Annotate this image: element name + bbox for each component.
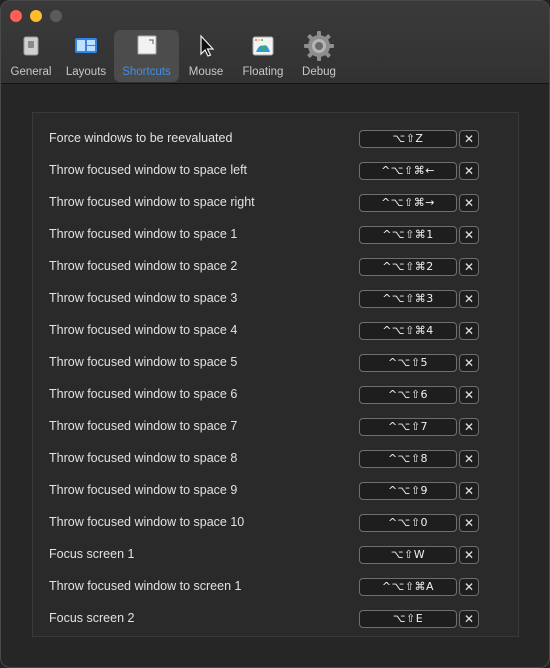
preferences-window: General Layouts Shortcuts Mouse Floating… xyxy=(0,0,550,668)
tab-mouse-label: Mouse xyxy=(188,66,224,78)
shortcut-row: Throw focused window to space 7 ^⌥⇧7 ✕ xyxy=(49,410,518,442)
shortcut-label: Throw focused window to screen 1 xyxy=(49,579,242,593)
shortcut-row: Throw focused window to space 5 ^⌥⇧5 ✕ xyxy=(49,346,518,378)
tab-general[interactable]: General xyxy=(4,30,58,82)
shortcut-label: Throw focused window to space 10 xyxy=(49,515,245,529)
shortcut-label: Force windows to be reevaluated xyxy=(49,131,233,145)
shortcut-row: Throw focused window to space 3 ^⌥⇧⌘3 ✕ xyxy=(49,282,518,314)
shortcut-recorder[interactable]: ^⌥⇧⌘← xyxy=(359,162,457,180)
close-window-button[interactable] xyxy=(10,10,22,22)
clear-shortcut-button[interactable]: ✕ xyxy=(459,482,479,500)
shortcut-row: Throw focused window to space 4 ^⌥⇧⌘4 ✕ xyxy=(49,314,518,346)
clear-shortcut-button[interactable]: ✕ xyxy=(459,514,479,532)
clear-shortcut-button[interactable]: ✕ xyxy=(459,354,479,372)
tab-shortcuts[interactable]: Shortcuts xyxy=(114,30,179,82)
shortcut-row: Throw focused window to screen 1 ^⌥⇧⌘A ✕ xyxy=(49,570,518,602)
shortcut-row: Throw focused window to space 2 ^⌥⇧⌘2 ✕ xyxy=(49,250,518,282)
zoom-window-button[interactable] xyxy=(50,10,62,22)
cursor-icon xyxy=(193,33,219,59)
shortcut-row: Throw focused window to space 6 ^⌥⇧6 ✕ xyxy=(49,378,518,410)
shortcuts-panel: Force windows to be reevaluated ⌥⇧Z ✕ Th… xyxy=(32,112,519,637)
clear-shortcut-button[interactable]: ✕ xyxy=(459,546,479,564)
toolbar: General Layouts Shortcuts Mouse Floating… xyxy=(1,1,549,84)
preference-tabs: General Layouts Shortcuts Mouse Floating… xyxy=(4,30,345,82)
shortcut-label: Focus screen 1 xyxy=(49,547,135,561)
shortcut-recorder[interactable]: ^⌥⇧⌘A xyxy=(359,578,457,596)
switch-icon xyxy=(18,33,44,59)
shortcut-label: Throw focused window to space 5 xyxy=(49,355,238,369)
shortcut-label: Throw focused window to space 4 xyxy=(49,323,238,337)
clear-shortcut-button[interactable]: ✕ xyxy=(459,258,479,276)
shortcut-row: Focus screen 1 ⌥⇧W ✕ xyxy=(49,538,518,570)
shortcut-label: Focus screen 2 xyxy=(49,611,135,625)
clear-shortcut-button[interactable]: ✕ xyxy=(459,194,479,212)
minimize-window-button[interactable] xyxy=(30,10,42,22)
shortcut-row: Throw focused window to space right ^⌥⇧⌘… xyxy=(49,186,518,218)
shortcut-row: Force windows to be reevaluated ⌥⇧Z ✕ xyxy=(49,122,518,154)
shortcut-recorder[interactable]: ⌥⇧W xyxy=(359,546,457,564)
shortcut-row: Throw focused window to space left ^⌥⇧⌘←… xyxy=(49,154,518,186)
shortcut-recorder[interactable]: ⌥⇧E xyxy=(359,610,457,628)
layout-icon xyxy=(73,33,99,59)
clear-shortcut-button[interactable]: ✕ xyxy=(459,450,479,468)
shortcut-recorder[interactable]: ^⌥⇧⌘4 xyxy=(359,322,457,340)
shortcut-label: Throw focused window to space 8 xyxy=(49,451,238,465)
tab-floating[interactable]: Floating xyxy=(233,30,293,82)
tab-shortcuts-label: Shortcuts xyxy=(122,66,171,78)
shortcut-recorder[interactable]: ^⌥⇧5 xyxy=(359,354,457,372)
shortcut-recorder[interactable]: ^⌥⇧⌘1 xyxy=(359,226,457,244)
shortcut-recorder[interactable]: ^⌥⇧8 xyxy=(359,450,457,468)
floating-window-icon xyxy=(250,33,276,59)
tab-floating-label: Floating xyxy=(242,66,284,78)
clear-shortcut-button[interactable]: ✕ xyxy=(459,226,479,244)
shortcut-recorder[interactable]: ⌥⇧Z xyxy=(359,130,457,148)
shortcut-row: Focus screen 2 ⌥⇧E ✕ xyxy=(49,602,518,634)
shortcut-label: Throw focused window to space left xyxy=(49,163,248,177)
shortcut-label: Throw focused window to space right xyxy=(49,195,255,209)
shortcut-recorder[interactable]: ^⌥⇧9 xyxy=(359,482,457,500)
tab-debug-label: Debug xyxy=(302,66,336,78)
clear-shortcut-button[interactable]: ✕ xyxy=(459,386,479,404)
shortcut-row: Throw focused window to space 1 ^⌥⇧⌘1 ✕ xyxy=(49,218,518,250)
shortcut-label: Throw focused window to space 9 xyxy=(49,483,238,497)
clear-shortcut-button[interactable]: ✕ xyxy=(459,610,479,628)
shortcut-label: Throw focused window to space 6 xyxy=(49,387,238,401)
shortcut-label: Throw focused window to space 1 xyxy=(49,227,238,241)
shortcut-recorder[interactable]: ^⌥⇧⌘→ xyxy=(359,194,457,212)
shortcut-recorder[interactable]: ^⌥⇧0 xyxy=(359,514,457,532)
tab-debug[interactable]: Debug xyxy=(293,30,345,82)
shortcut-recorder[interactable]: ^⌥⇧⌘2 xyxy=(359,258,457,276)
tab-general-label: General xyxy=(10,66,52,78)
shortcut-label: Throw focused window to space 7 xyxy=(49,419,238,433)
clear-shortcut-button[interactable]: ✕ xyxy=(459,418,479,436)
shortcut-row: Throw focused window to space 8 ^⌥⇧8 ✕ xyxy=(49,442,518,474)
shortcut-row: Throw focused window to space 10 ^⌥⇧0 ✕ xyxy=(49,506,518,538)
shortcut-row: Throw focused window to space 9 ^⌥⇧9 ✕ xyxy=(49,474,518,506)
tab-layouts-label: Layouts xyxy=(65,66,107,78)
clear-shortcut-button[interactable]: ✕ xyxy=(459,130,479,148)
shortcut-recorder[interactable]: ^⌥⇧6 xyxy=(359,386,457,404)
clear-shortcut-button[interactable]: ✕ xyxy=(459,578,479,596)
shortcut-icon xyxy=(134,33,160,59)
clear-shortcut-button[interactable]: ✕ xyxy=(459,322,479,340)
tab-mouse[interactable]: Mouse xyxy=(179,30,233,82)
clear-shortcut-button[interactable]: ✕ xyxy=(459,290,479,308)
shortcut-recorder[interactable]: ^⌥⇧7 xyxy=(359,418,457,436)
shortcut-label: Throw focused window to space 2 xyxy=(49,259,238,273)
tab-layouts[interactable]: Layouts xyxy=(58,30,114,82)
shortcut-label: Throw focused window to space 3 xyxy=(49,291,238,305)
clear-shortcut-button[interactable]: ✕ xyxy=(459,162,479,180)
shortcut-recorder[interactable]: ^⌥⇧⌘3 xyxy=(359,290,457,308)
gear-icon xyxy=(302,29,336,63)
